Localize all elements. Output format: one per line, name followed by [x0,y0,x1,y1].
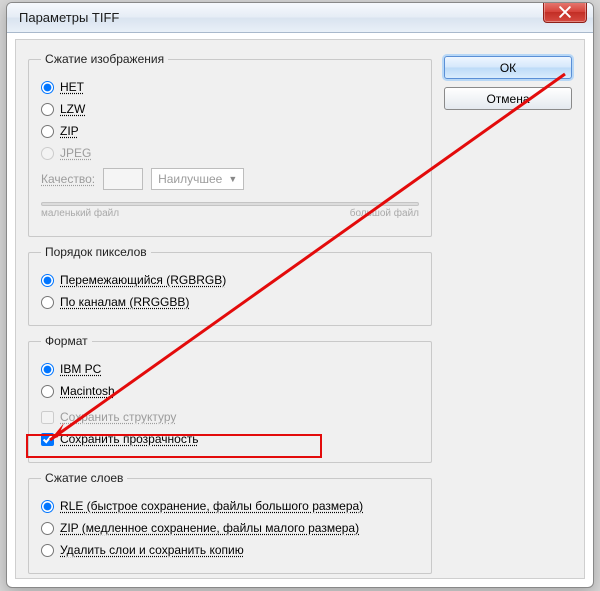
check-row-transparency[interactable]: Сохранить прозрачность [41,430,419,448]
legend-format: Формат [41,334,92,348]
radio-pixel-interleaved[interactable] [41,274,54,287]
dropdown-quality-value: Наилучшее [158,172,222,186]
label-compression-none: НЕТ [60,80,84,94]
label-compression-jpeg: JPEG [60,146,91,160]
radio-row-perchannel[interactable]: По каналам (RRGGBB) [41,293,419,311]
chevron-down-icon: ▼ [228,174,237,184]
label-pixel-perchannel: По каналам (RRGGBB) [60,295,189,309]
radio-format-mac[interactable] [41,385,54,398]
quality-slider: маленький файл большой файл [41,198,419,226]
label-layer-zip: ZIP (медленное сохранение, файлы малого … [60,521,359,535]
label-pixel-interleaved: Перемежающийся (RGBRGB) [60,273,226,287]
group-compression: Сжатие изображения НЕТ LZW ZIP [28,52,432,237]
label-save-transparency: Сохранить прозрачность [60,432,199,446]
slider-label-large: большой файл [350,208,419,219]
radio-pixel-perchannel[interactable] [41,296,54,309]
label-layer-discard: Удалить слои и сохранить копию [60,543,244,557]
radio-row-ibmpc[interactable]: IBM PC [41,360,419,378]
radio-row-interleaved[interactable]: Перемежающийся (RGBRGB) [41,271,419,289]
group-layer-compression: Сжатие слоев RLE (быстрое сохранение, фа… [28,471,432,574]
close-button[interactable] [543,2,587,23]
radio-row-discard[interactable]: Удалить слои и сохранить копию [41,541,419,559]
group-format: Формат IBM PC Macintosh Сохранить структ… [28,334,432,463]
label-format-ibmpc: IBM PC [60,362,101,376]
radio-row-mac[interactable]: Macintosh [41,382,419,400]
slider-track [41,202,419,206]
dialog-window: Параметры TIFF Сжатие изображения НЕТ LZ… [6,2,594,588]
radio-compression-none[interactable] [41,81,54,94]
quality-row: Качество: Наилучшее ▼ [41,168,419,190]
label-save-structure: Сохранить структуру [60,410,176,424]
radio-row-zip[interactable]: ZIP [41,122,419,140]
label-compression-lzw: LZW [60,102,85,116]
label-compression-zip: ZIP [60,124,79,138]
radio-format-ibmpc[interactable] [41,363,54,376]
legend-compression: Сжатие изображения [41,52,168,66]
cancel-button-label: Отмена [486,92,529,106]
group-pixel-order: Порядок пикселов Перемежающийся (RGBRGB)… [28,245,432,326]
label-format-mac: Macintosh [60,384,115,398]
radio-compression-jpeg [41,147,54,160]
radio-compression-lzw[interactable] [41,103,54,116]
dropdown-quality-preset: Наилучшее ▼ [151,168,244,190]
radio-layer-discard[interactable] [41,544,54,557]
radio-layer-rle[interactable] [41,500,54,513]
radio-row-jpeg: JPEG [41,144,419,162]
label-quality: Качество: [41,172,95,186]
titlebar: Параметры TIFF [7,3,593,33]
checkbox-save-structure [41,411,54,424]
ok-button[interactable]: ОК [444,56,572,79]
radio-row-layerzip[interactable]: ZIP (медленное сохранение, файлы малого … [41,519,419,537]
radio-layer-zip[interactable] [41,522,54,535]
slider-label-small: маленький файл [41,208,119,219]
legend-pixel-order: Порядок пикселов [41,245,151,259]
cancel-button[interactable]: Отмена [444,87,572,110]
radio-row-lzw[interactable]: LZW [41,100,419,118]
window-title: Параметры TIFF [19,10,119,25]
close-icon [559,6,571,18]
checkbox-save-transparency[interactable] [41,433,54,446]
radio-compression-zip[interactable] [41,125,54,138]
legend-layer-compression: Сжатие слоев [41,471,127,485]
check-row-structure: Сохранить структуру [41,408,419,426]
label-layer-rle: RLE (быстрое сохранение, файлы большого … [60,499,363,513]
radio-row-none[interactable]: НЕТ [41,78,419,96]
client-area: Сжатие изображения НЕТ LZW ZIP [15,39,585,579]
radio-row-rle[interactable]: RLE (быстрое сохранение, файлы большого … [41,497,419,515]
input-quality [103,168,143,190]
ok-button-label: ОК [500,61,516,75]
